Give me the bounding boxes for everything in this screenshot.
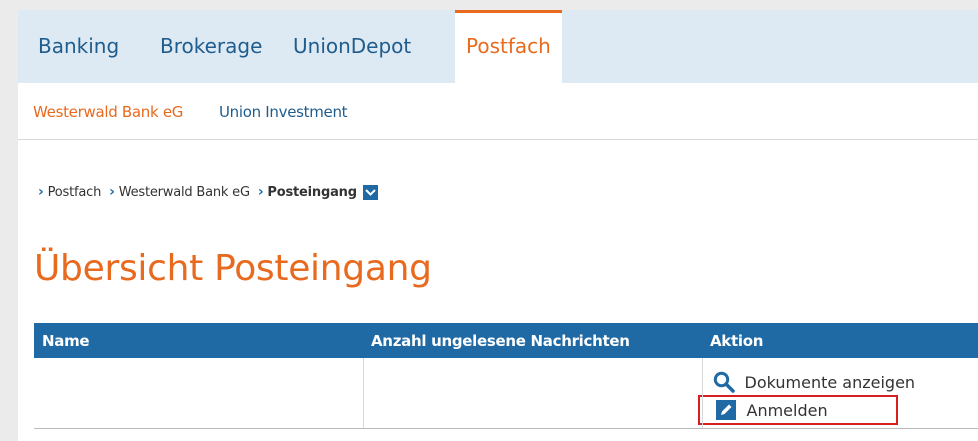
login-action[interactable]: Anmelden — [697, 395, 898, 425]
column-header-action: Aktion — [702, 323, 978, 358]
breadcrumb-postfach[interactable]: Postfach — [48, 185, 102, 200]
tab-brokerage[interactable]: Brokerage — [160, 34, 262, 58]
cell-actions: Dokumente anzeigen Anmelden — [697, 358, 978, 429]
show-documents-action[interactable]: Dokumente anzeigen — [703, 369, 978, 395]
tab-uniondepot[interactable]: UnionDepot — [293, 34, 411, 58]
breadcrumb: › Postfach › Westerwald Bank eG › Postei… — [38, 184, 378, 200]
breadcrumb-current: Posteingang — [267, 184, 357, 200]
sub-navigation: Westerwald Bank eG Union Investment — [18, 83, 978, 140]
main-panel: Banking Brokerage UnionDepot Postfach We… — [18, 10, 978, 441]
chevron-right-icon: › — [257, 184, 264, 200]
pencil-icon — [713, 399, 739, 421]
cell-name — [34, 358, 364, 429]
tab-banking[interactable]: Banking — [38, 34, 119, 58]
top-navigation: Banking Brokerage UnionDepot Postfach — [18, 10, 978, 83]
cell-unread — [363, 358, 703, 429]
subnav-union-investment[interactable]: Union Investment — [219, 103, 348, 121]
chevron-right-icon: › — [38, 184, 44, 200]
subnav-westerwald-bank[interactable]: Westerwald Bank eG — [33, 103, 183, 121]
inbox-table: Name Anzahl ungelesene Nachrichten Aktio… — [34, 323, 978, 429]
search-icon — [711, 371, 737, 393]
show-documents-label: Dokumente anzeigen — [744, 372, 916, 392]
table-header-row: Name Anzahl ungelesene Nachrichten Aktio… — [34, 323, 978, 358]
chevron-right-icon: › — [109, 184, 115, 200]
page-title: Übersicht Posteingang — [34, 248, 432, 289]
breadcrumb-westerwald-bank[interactable]: Westerwald Bank eG — [119, 185, 250, 200]
column-header-name: Name — [34, 323, 363, 358]
tab-postfach[interactable]: Postfach — [455, 10, 562, 83]
chevron-down-icon[interactable] — [362, 184, 378, 200]
login-label: Anmelden — [746, 400, 828, 420]
table-row: Dokumente anzeigen Anmelden — [34, 358, 978, 429]
column-header-unread: Anzahl ungelesene Nachrichten — [363, 323, 702, 358]
